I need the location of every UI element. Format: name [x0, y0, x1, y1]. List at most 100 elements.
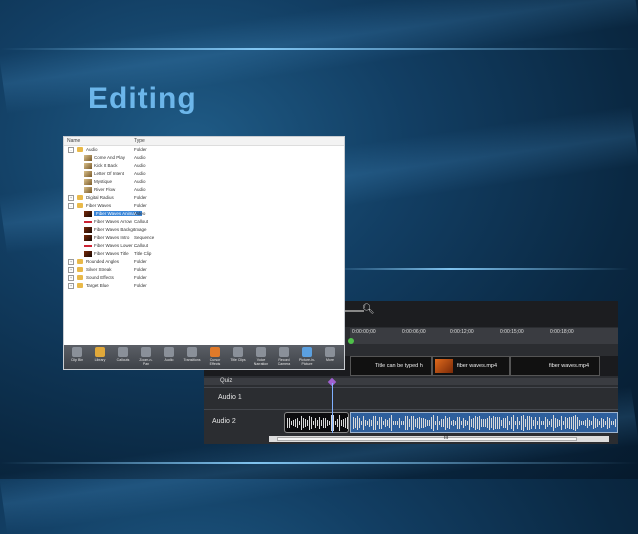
ruler-tick: 0:00:15;00: [500, 329, 524, 335]
column-header-type[interactable]: Type: [134, 138, 145, 144]
timeline-clip[interactable]: fiber waves.mp4: [432, 356, 510, 376]
library-folder-row[interactable]: + Target Blue Folder: [64, 282, 344, 290]
expand-icon[interactable]: +: [68, 267, 74, 273]
toolbar-button[interactable]: Cursor Effects: [206, 347, 224, 366]
item-type: Folder: [134, 203, 147, 208]
waveform-bar: [355, 417, 356, 429]
collapse-icon[interactable]: -: [68, 203, 74, 209]
library-folder-row[interactable]: + Silver Streak Folder: [64, 266, 344, 274]
waveform-bar: [335, 420, 336, 426]
waveform-bar: [415, 418, 416, 428]
waveform-bar: [585, 420, 586, 426]
waveform-bar: [475, 415, 476, 431]
library-item-row[interactable]: Kick It Back Audio: [64, 162, 344, 170]
waveform-bar: [515, 420, 516, 426]
toolbar-button[interactable]: Title Clips: [229, 347, 247, 362]
expand-icon[interactable]: +: [68, 195, 74, 201]
library-folder-row[interactable]: - Fiber Waves Folder: [64, 202, 344, 210]
toolbar-button[interactable]: More: [321, 347, 339, 362]
zoom-icon[interactable]: 🔍︎: [362, 304, 375, 315]
waveform-bar: [499, 417, 500, 429]
library-item-row[interactable]: Fiber Waves Intro Sequence: [64, 234, 344, 242]
waveform-bar: [319, 417, 320, 429]
playhead-line[interactable]: [332, 383, 333, 433]
waveform-bar: [361, 420, 362, 426]
collapse-icon[interactable]: -: [68, 147, 74, 153]
library-item-row[interactable]: Letter Of Intent Audio: [64, 170, 344, 178]
waveform-bar: [431, 417, 432, 429]
audio-clip[interactable]: [284, 412, 349, 433]
waveform-bar: [545, 417, 546, 429]
waveform-bar: [493, 416, 494, 430]
item-type: Title Clip: [134, 251, 152, 256]
waveform-bar: [457, 416, 458, 430]
toolbar-button-label: Clip Bin: [70, 358, 84, 362]
waveform-bar: [377, 420, 378, 426]
timeline-clip[interactable]: Title can be typed h: [350, 356, 432, 376]
library-icon: [95, 347, 105, 357]
waveform-bar: [439, 421, 440, 425]
waveform-bar: [525, 418, 526, 428]
toolbar-button-label: Cursor Effects: [209, 358, 221, 366]
waveform-bar: [383, 421, 384, 425]
library-item-row[interactable]: River Flow Audio: [64, 186, 344, 194]
toolbar-button[interactable]: Library: [91, 347, 109, 362]
playhead-handle[interactable]: [348, 338, 354, 344]
waveform-bar: [581, 420, 582, 426]
timeline-ruler[interactable]: 0:00:00;00 0:00:06;00 0:00:12;00 0:00:15…: [350, 328, 618, 344]
waveform-bar: [595, 417, 596, 429]
column-header-name[interactable]: Name: [67, 138, 80, 144]
waveform-bar: [589, 420, 590, 426]
horizontal-scrollbar[interactable]: III: [269, 435, 609, 442]
library-item-row[interactable]: Fiber Waves Animat... Video: [64, 210, 344, 218]
library-item-row[interactable]: Fiber Waves Backgr... Image: [64, 226, 344, 234]
media-thumbnail-icon: [84, 235, 92, 241]
item-name: Kick It Back: [94, 163, 118, 168]
toolbar-button-label: Transitions: [183, 358, 201, 362]
library-folder-row[interactable]: - Audio Folder: [64, 146, 344, 154]
audio-clip-selected[interactable]: [350, 412, 618, 433]
library-item-row[interactable]: Come And Play Audio: [64, 154, 344, 162]
waveform-bar: [369, 418, 370, 428]
waveform-bar: [531, 417, 532, 429]
library-folder-row[interactable]: + Rounded Angles Folder: [64, 258, 344, 266]
library-folder-row[interactable]: + Digital Radius Folder: [64, 194, 344, 202]
library-item-row[interactable]: Fiber Waves Lower ... Callout: [64, 242, 344, 250]
item-name: Fiber Waves Arrow: [94, 219, 132, 224]
waveform-bar: [425, 418, 426, 428]
item-type: Sequence: [134, 235, 155, 240]
clip-label: Title can be typed h: [375, 363, 423, 369]
waveform-bar: [481, 419, 482, 427]
library-item-row[interactable]: Mystique Audio: [64, 178, 344, 186]
item-name: Fiber Waves Title: [94, 251, 129, 256]
waveform-bar: [295, 418, 296, 428]
toolbar-button[interactable]: Zoom-n-Pan: [137, 347, 155, 366]
toolbar-button[interactable]: Audio: [160, 347, 178, 362]
waveform-bar: [393, 420, 394, 426]
waveform-bar: [459, 417, 460, 429]
timeline-clip[interactable]: fiber waves.mp4: [510, 356, 600, 376]
waveform-bar: [447, 417, 448, 429]
expand-icon[interactable]: +: [68, 275, 74, 281]
slide-title: Editing: [88, 82, 197, 115]
waveform-bar: [579, 419, 580, 427]
waveform-bar: [451, 421, 452, 425]
toolbar-button[interactable]: Picture-in-Picture: [298, 347, 316, 366]
toolbar-button[interactable]: Voice Narration: [252, 347, 270, 366]
expand-icon[interactable]: +: [68, 259, 74, 265]
expand-icon[interactable]: +: [68, 283, 74, 289]
waveform-bar: [535, 416, 536, 430]
toolbar-button[interactable]: Record Camera: [275, 347, 293, 366]
library-item-row[interactable]: Fiber Waves Arrow Callout: [64, 218, 344, 226]
waveform-bar: [611, 421, 612, 425]
library-item-row[interactable]: Fiber Waves Title Title Clip: [64, 250, 344, 258]
waveform-bar: [397, 420, 398, 426]
toolbar-button[interactable]: Transitions: [183, 347, 201, 362]
toolbar-button[interactable]: Clip Bin: [68, 347, 86, 362]
scrollbar-thumb[interactable]: [277, 437, 577, 441]
library-folder-row[interactable]: + Sound Effects Folder: [64, 274, 344, 282]
item-name: Fiber Waves Lower ...: [94, 243, 138, 248]
folder-icon: [77, 195, 83, 200]
toolbar-button[interactable]: Callouts: [114, 347, 132, 362]
item-name: Digital Radius: [86, 195, 114, 200]
